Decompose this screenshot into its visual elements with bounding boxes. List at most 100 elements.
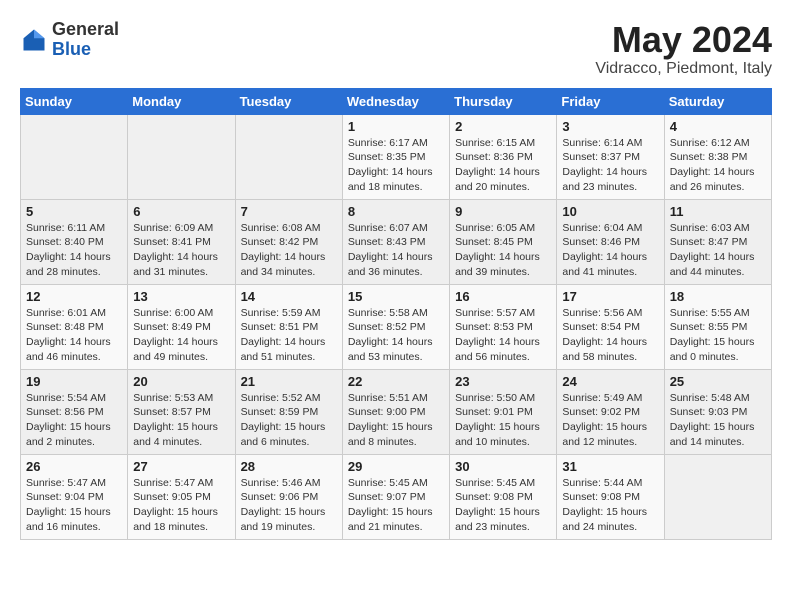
logo-icon	[20, 26, 48, 54]
day-number: 21	[241, 374, 337, 389]
logo: General Blue	[20, 20, 119, 60]
day-info: Sunrise: 6:07 AMSunset: 8:43 PMDaylight:…	[348, 221, 444, 280]
table-row: 23 Sunrise: 5:50 AMSunset: 9:01 PMDayligh…	[450, 369, 557, 454]
day-info: Sunrise: 6:11 AMSunset: 8:40 PMDaylight:…	[26, 221, 122, 280]
day-number: 29	[348, 459, 444, 474]
table-row: 17 Sunrise: 5:56 AMSunset: 8:54 PMDayligh…	[557, 284, 664, 369]
day-number: 5	[26, 204, 122, 219]
table-row: 12Sunrise: 6:01 AMSunset: 8:48 PMDayligh…	[21, 284, 128, 369]
table-row	[235, 114, 342, 199]
day-number: 19	[26, 374, 122, 389]
week-row-3: 12Sunrise: 6:01 AMSunset: 8:48 PMDayligh…	[21, 284, 772, 369]
day-info: Sunrise: 5:54 AMSunset: 8:56 PMDaylight:…	[26, 391, 122, 450]
table-row	[664, 454, 771, 539]
day-number: 26	[26, 459, 122, 474]
table-row: 10 Sunrise: 6:04 AMSunset: 8:46 PMDayligh…	[557, 199, 664, 284]
day-number: 20	[133, 374, 229, 389]
table-row: 2Sunrise: 6:15 AMSunset: 8:36 PMDaylight…	[450, 114, 557, 199]
weekday-header-saturday: Saturday	[664, 88, 771, 114]
day-number: 27	[133, 459, 229, 474]
day-number: 7	[241, 204, 337, 219]
day-info: Sunrise: 6:01 AMSunset: 8:48 PMDaylight:…	[26, 306, 122, 365]
table-row: 9 Sunrise: 6:05 AMSunset: 8:45 PMDaylight…	[450, 199, 557, 284]
logo-general-text: General	[52, 19, 119, 39]
day-number: 15	[348, 289, 444, 304]
day-info: Sunrise: 6:08 AMSunset: 8:42 PMDaylight:…	[241, 221, 337, 280]
weekday-header-sunday: Sunday	[21, 88, 128, 114]
day-info: Sunrise: 6:05 AMSunset: 8:45 PMDaylight:…	[455, 221, 551, 280]
day-info: Sunrise: 5:47 AMSunset: 9:04 PMDaylight:…	[26, 476, 122, 535]
weekday-header-thursday: Thursday	[450, 88, 557, 114]
weekday-header-wednesday: Wednesday	[342, 88, 449, 114]
day-info: Sunrise: 6:03 AMSunset: 8:47 PMDaylight:…	[670, 221, 766, 280]
day-info: Sunrise: 5:44 AMSunset: 9:08 PMDaylight:…	[562, 476, 658, 535]
table-row: 21 Sunrise: 5:52 AMSunset: 8:59 PMDayligh…	[235, 369, 342, 454]
table-row	[128, 114, 235, 199]
logo-blue-text: Blue	[52, 39, 91, 59]
day-number: 9	[455, 204, 551, 219]
day-info: Sunrise: 6:00 AMSunset: 8:49 PMDaylight:…	[133, 306, 229, 365]
day-number: 23	[455, 374, 551, 389]
day-info: Sunrise: 5:59 AMSunset: 8:51 PMDaylight:…	[241, 306, 337, 365]
day-number: 1	[348, 119, 444, 134]
day-info: Sunrise: 5:49 AMSunset: 9:02 PMDaylight:…	[562, 391, 658, 450]
table-row: 16 Sunrise: 5:57 AMSunset: 8:53 PMDayligh…	[450, 284, 557, 369]
table-row: 31 Sunrise: 5:44 AMSunset: 9:08 PMDayligh…	[557, 454, 664, 539]
day-info: Sunrise: 5:53 AMSunset: 8:57 PMDaylight:…	[133, 391, 229, 450]
day-number: 25	[670, 374, 766, 389]
day-info: Sunrise: 5:55 AMSunset: 8:55 PMDaylight:…	[670, 306, 766, 365]
table-row: 1Sunrise: 6:17 AMSunset: 8:35 PMDaylight…	[342, 114, 449, 199]
table-row: 26 Sunrise: 5:47 AMSunset: 9:04 PMDayligh…	[21, 454, 128, 539]
day-number: 8	[348, 204, 444, 219]
table-row: 24 Sunrise: 5:49 AMSunset: 9:02 PMDayligh…	[557, 369, 664, 454]
day-info: Sunrise: 5:51 AMSunset: 9:00 PMDaylight:…	[348, 391, 444, 450]
table-row: 19 Sunrise: 5:54 AMSunset: 8:56 PMDayligh…	[21, 369, 128, 454]
day-number: 17	[562, 289, 658, 304]
day-number: 14	[241, 289, 337, 304]
table-row: 3Sunrise: 6:14 AMSunset: 8:37 PMDaylight…	[557, 114, 664, 199]
day-info: Sunrise: 5:47 AMSunset: 9:05 PMDaylight:…	[133, 476, 229, 535]
day-number: 3	[562, 119, 658, 134]
table-row: 11Sunrise: 6:03 AMSunset: 8:47 PMDayligh…	[664, 199, 771, 284]
weekday-header-monday: Monday	[128, 88, 235, 114]
day-info: Sunrise: 5:52 AMSunset: 8:59 PMDaylight:…	[241, 391, 337, 450]
day-number: 30	[455, 459, 551, 474]
day-number: 13	[133, 289, 229, 304]
day-info: Sunrise: 5:57 AMSunset: 8:53 PMDaylight:…	[455, 306, 551, 365]
day-number: 16	[455, 289, 551, 304]
table-row: 25 Sunrise: 5:48 AMSunset: 9:03 PMDayligh…	[664, 369, 771, 454]
location-subtitle: Vidracco, Piedmont, Italy	[595, 60, 772, 78]
weekday-header-row: SundayMondayTuesdayWednesdayThursdayFrid…	[21, 88, 772, 114]
day-number: 4	[670, 119, 766, 134]
week-row-5: 26 Sunrise: 5:47 AMSunset: 9:04 PMDayligh…	[21, 454, 772, 539]
day-number: 6	[133, 204, 229, 219]
day-number: 24	[562, 374, 658, 389]
day-info: Sunrise: 5:58 AMSunset: 8:52 PMDaylight:…	[348, 306, 444, 365]
day-info: Sunrise: 5:46 AMSunset: 9:06 PMDaylight:…	[241, 476, 337, 535]
table-row	[21, 114, 128, 199]
table-row: 4 Sunrise: 6:12 AMSunset: 8:38 PMDaylight…	[664, 114, 771, 199]
table-row: 5 Sunrise: 6:11 AMSunset: 8:40 PMDaylight…	[21, 199, 128, 284]
day-number: 22	[348, 374, 444, 389]
day-number: 10	[562, 204, 658, 219]
table-row: 20 Sunrise: 5:53 AMSunset: 8:57 PMDayligh…	[128, 369, 235, 454]
day-info: Sunrise: 5:56 AMSunset: 8:54 PMDaylight:…	[562, 306, 658, 365]
calendar-table: SundayMondayTuesdayWednesdayThursdayFrid…	[20, 88, 772, 540]
day-info: Sunrise: 5:48 AMSunset: 9:03 PMDaylight:…	[670, 391, 766, 450]
weekday-header-friday: Friday	[557, 88, 664, 114]
week-row-1: 1Sunrise: 6:17 AMSunset: 8:35 PMDaylight…	[21, 114, 772, 199]
week-row-2: 5 Sunrise: 6:11 AMSunset: 8:40 PMDaylight…	[21, 199, 772, 284]
table-row: 15 Sunrise: 5:58 AMSunset: 8:52 PMDayligh…	[342, 284, 449, 369]
title-block: May 2024 Vidracco, Piedmont, Italy	[595, 20, 772, 78]
day-info: Sunrise: 6:04 AMSunset: 8:46 PMDaylight:…	[562, 221, 658, 280]
day-number: 28	[241, 459, 337, 474]
day-info: Sunrise: 6:12 AMSunset: 8:38 PMDaylight:…	[670, 136, 766, 195]
day-info: Sunrise: 5:50 AMSunset: 9:01 PMDaylight:…	[455, 391, 551, 450]
table-row: 7 Sunrise: 6:08 AMSunset: 8:42 PMDaylight…	[235, 199, 342, 284]
day-number: 31	[562, 459, 658, 474]
day-info: Sunrise: 5:45 AMSunset: 9:07 PMDaylight:…	[348, 476, 444, 535]
page-header: General Blue May 2024 Vidracco, Piedmont…	[20, 20, 772, 78]
table-row: 18 Sunrise: 5:55 AMSunset: 8:55 PMDayligh…	[664, 284, 771, 369]
day-info: Sunrise: 6:09 AMSunset: 8:41 PMDaylight:…	[133, 221, 229, 280]
day-number: 18	[670, 289, 766, 304]
